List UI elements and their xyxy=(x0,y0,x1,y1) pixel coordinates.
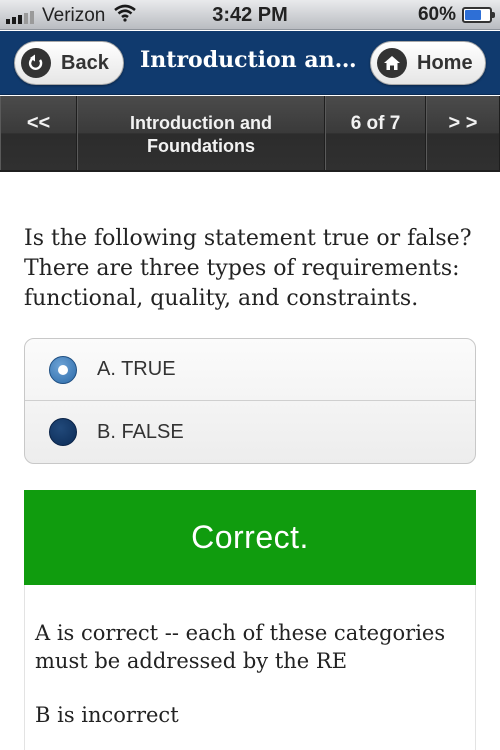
status-bar: Verizon 3:42 PM 60% xyxy=(0,0,500,30)
app-header: Back Introduction and... Home xyxy=(0,31,500,95)
feedback-panel: A is correct -- each of these categories… xyxy=(24,585,476,750)
back-button[interactable]: Back xyxy=(14,41,124,85)
page-count: 6 of 7 xyxy=(325,96,426,170)
battery-percent: 60% xyxy=(417,4,456,25)
status-right: 60% xyxy=(417,4,495,26)
battery-fill xyxy=(465,10,481,20)
next-button[interactable]: > > xyxy=(426,96,500,170)
back-arrow-icon xyxy=(21,48,51,78)
battery-icon xyxy=(462,7,495,23)
option-label: A. TRUE xyxy=(97,358,176,380)
radio-selected-icon[interactable] xyxy=(49,355,77,384)
pager-bar: << Introduction and Foundations 6 of 7 >… xyxy=(0,96,500,172)
feedback-line: B is incorrect xyxy=(35,703,179,727)
home-button[interactable]: Home xyxy=(370,41,486,85)
radio-unselected-icon[interactable] xyxy=(49,418,77,446)
option-false[interactable]: B. FALSE xyxy=(25,401,475,463)
previous-button[interactable]: << xyxy=(0,96,77,170)
result-banner: Correct. xyxy=(24,490,476,585)
feedback-line: A is correct -- each of these categories… xyxy=(35,621,446,673)
home-icon xyxy=(377,48,407,78)
page-title: Introduction and... xyxy=(140,47,360,73)
question-text: Is the following statement true or false… xyxy=(24,226,472,311)
answer-options: A. TRUE B. FALSE xyxy=(24,338,476,464)
back-button-label: Back xyxy=(61,51,109,74)
option-true[interactable]: A. TRUE xyxy=(25,339,475,401)
home-button-label: Home xyxy=(417,51,473,74)
option-label: B. FALSE xyxy=(97,420,184,443)
section-title: Introduction and Foundations xyxy=(77,96,325,170)
